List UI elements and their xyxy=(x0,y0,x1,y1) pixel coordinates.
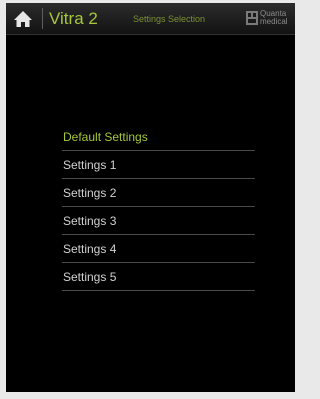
brand-logo-text: Quanta medical xyxy=(260,10,295,26)
settings-item-label: Settings 2 xyxy=(63,185,117,200)
top-bar: Vitra 2 Settings Selection Quanta medica… xyxy=(6,3,295,35)
header-divider xyxy=(42,8,43,29)
app-title: Vitra 2 xyxy=(49,9,98,28)
settings-item-5[interactable]: Settings 5 xyxy=(62,263,255,291)
settings-item-default[interactable]: Default Settings xyxy=(62,123,255,151)
settings-item-3[interactable]: Settings 3 xyxy=(62,207,255,235)
settings-item-2[interactable]: Settings 2 xyxy=(62,179,255,207)
settings-item-1[interactable]: Settings 1 xyxy=(62,151,255,179)
home-button[interactable] xyxy=(9,6,37,31)
device-screen: Vitra 2 Settings Selection Quanta medica… xyxy=(6,3,295,392)
settings-item-label: Settings 5 xyxy=(63,269,117,284)
settings-item-label: Default Settings xyxy=(63,129,148,144)
home-icon xyxy=(14,10,32,27)
brand-tagline: medical xyxy=(260,17,288,26)
settings-list: Default Settings Settings 1 Settings 2 S… xyxy=(62,123,255,291)
settings-item-label: Settings 3 xyxy=(63,213,117,228)
settings-item-label: Settings 1 xyxy=(63,157,117,172)
settings-item-label: Settings 4 xyxy=(63,241,117,256)
quanta-logo-icon xyxy=(246,11,258,25)
screen-title: Settings Selection xyxy=(133,14,206,24)
settings-item-4[interactable]: Settings 4 xyxy=(62,235,255,263)
